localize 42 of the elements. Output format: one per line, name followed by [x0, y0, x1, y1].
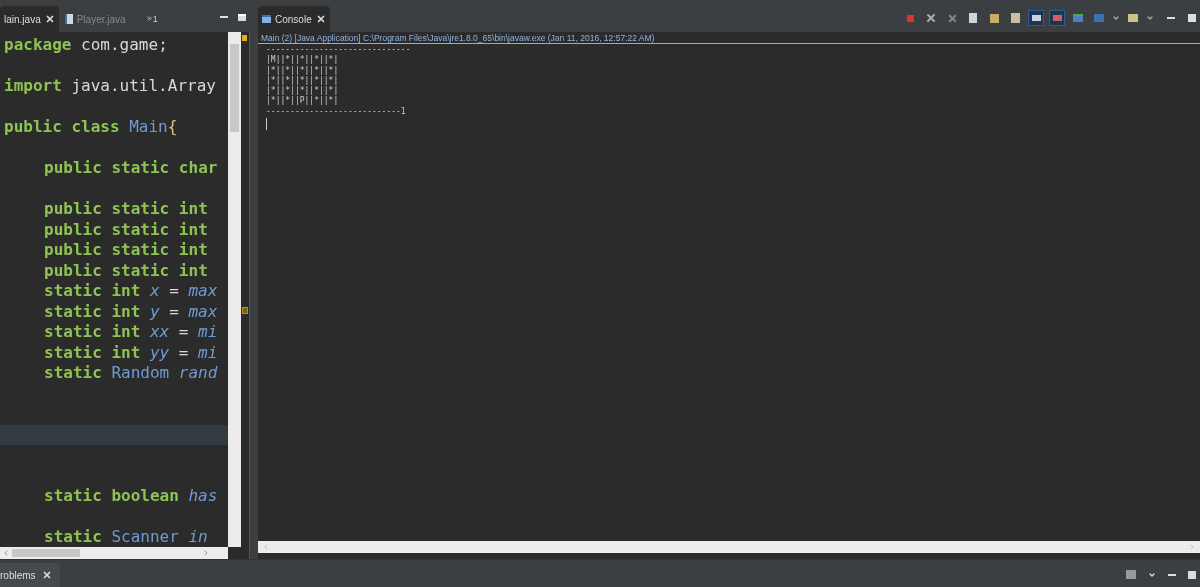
code-line: public static int [43, 260, 208, 281]
code-line: public static int [43, 219, 208, 240]
close-icon[interactable] [41, 570, 52, 580]
code-line: public static int [43, 240, 208, 261]
maximize-icon[interactable] [1188, 570, 1196, 579]
output-line: ------------------------------ [266, 45, 411, 55]
code-line: public static int [43, 199, 208, 220]
close-icon[interactable] [315, 14, 326, 24]
minimize-icon[interactable] [1168, 573, 1176, 576]
output-line: |*||*||*||*||*| [266, 86, 339, 97]
caret-icon[interactable] [1112, 14, 1120, 22]
code-line: static int x = max [43, 281, 218, 302]
code-line: static int yy = mi [43, 342, 218, 363]
code-line: public static char [43, 158, 218, 179]
console-tab[interactable]: Console [258, 6, 330, 32]
tab-overflow-button[interactable]: 1 [145, 15, 158, 24]
code-line: import java.util.Array [3, 76, 216, 97]
console-icon [262, 15, 271, 23]
code-line: static Random rand [43, 363, 218, 384]
horizontal-scrollbar[interactable] [0, 547, 228, 559]
caret-icon[interactable] [1146, 14, 1154, 22]
output-line: |M||*||*||*||*| [266, 55, 339, 66]
editor-tab[interactable]: lain.java [0, 6, 59, 32]
output-line: |*||*||P||*||*| [266, 96, 339, 107]
code-line: static int xx = mi [43, 322, 218, 343]
close-icon[interactable] [44, 14, 55, 24]
code-line: static boolean has [43, 486, 218, 507]
output-line: |*||*||*||*||*| [266, 75, 339, 86]
text-cursor [266, 118, 267, 131]
scroll-left-icon[interactable] [2, 549, 10, 557]
code-line: public class Main{ [3, 117, 178, 138]
code-line: static int y = max [43, 301, 218, 322]
console-output[interactable]: ------------------------------ |M||*||*||*||*| |*||*||*||*||*| |*||*||*||*||*| |*||*||*||*||*| |*||*||P||*||*| ----------------------------1 [258, 44, 1200, 541]
process-label: Main (2) [Java Application] C:\Program Files\Java\jre1.8.0_65\bin\javaw.exe (Jan 11, 2016, 12:57:22 AM) [258, 32, 1200, 44]
output-line: |*||*||*||*||*| [266, 65, 339, 76]
code-line: static Scanner in [43, 527, 208, 547]
output-line: ----------------------------1 [266, 106, 406, 118]
vertical-scrollbar[interactable] [228, 32, 241, 547]
scroll-right-icon[interactable] [202, 549, 210, 557]
code-line: package com.game; [3, 35, 168, 56]
problems-tab[interactable]: roblems [0, 563, 60, 587]
java-file-icon [64, 14, 73, 24]
